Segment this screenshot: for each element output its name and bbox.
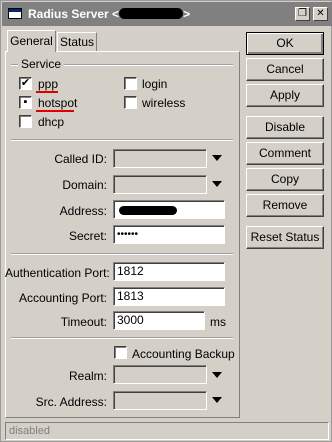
auth-port-label: Authentication Port:: [5, 266, 110, 280]
window-title: Radius Server < >: [28, 7, 190, 21]
called-id-label: Called ID:: [54, 152, 107, 166]
service-group-label: Service: [18, 57, 65, 71]
close-button[interactable]: ✕: [313, 7, 328, 21]
divider-1: [11, 139, 233, 141]
called-id-dropdown-icon[interactable]: [212, 155, 222, 161]
domain-field[interactable]: [113, 175, 207, 194]
title-prefix: Radius Server <: [28, 7, 120, 21]
title-bar[interactable]: Radius Server < > ❐ ✕: [2, 2, 332, 26]
hotspot-red-underline: [36, 110, 74, 112]
tab-general-label: General: [10, 34, 53, 48]
secret-label: Secret:: [68, 229, 107, 243]
realm-field[interactable]: [113, 365, 207, 384]
ok-button[interactable]: OK: [246, 32, 324, 55]
close-icon: ✕: [316, 8, 325, 19]
window-icon: [8, 8, 22, 19]
title-suffix: >: [183, 7, 191, 21]
comment-button[interactable]: Comment: [246, 142, 324, 165]
cancel-button[interactable]: Cancel: [246, 58, 324, 81]
tab-general[interactable]: General: [7, 30, 56, 52]
auth-port-field[interactable]: 1812: [113, 262, 225, 281]
hotspot-label: hotspot: [38, 96, 78, 110]
ppp-checkbox[interactable]: ✔: [19, 77, 32, 90]
called-id-field[interactable]: [113, 149, 207, 168]
address-field[interactable]: [113, 200, 225, 219]
copy-button[interactable]: Copy: [246, 168, 324, 191]
wireless-checkbox[interactable]: [124, 96, 137, 109]
indeterminate-icon: ▪: [23, 96, 28, 108]
redacted-server-name: [119, 8, 184, 19]
divider-2: [11, 253, 233, 255]
login-label: login: [142, 77, 168, 91]
ppp-red-underline: [36, 91, 58, 93]
domain-label: Domain:: [62, 178, 107, 192]
wireless-label: wireless: [142, 96, 186, 110]
src-address-dropdown-icon[interactable]: [212, 397, 222, 403]
ppp-label: ppp: [38, 77, 59, 91]
timeout-unit: ms: [210, 315, 226, 329]
status-bar: disabled: [5, 422, 329, 440]
restore-icon: ❐: [298, 8, 307, 19]
radius-server-window: Radius Server < > ❐ ✕ General Status Serv…: [0, 0, 332, 442]
dhcp-checkbox[interactable]: [19, 115, 32, 128]
apply-button[interactable]: Apply: [246, 84, 324, 107]
disable-button[interactable]: Disable: [246, 116, 324, 139]
domain-dropdown-icon[interactable]: [212, 181, 222, 187]
reset-status-button[interactable]: Reset Status: [246, 226, 324, 249]
tab-status[interactable]: Status: [57, 32, 97, 52]
login-checkbox[interactable]: [124, 77, 137, 90]
acct-port-field[interactable]: 1813: [113, 287, 225, 306]
redacted-address: [119, 206, 177, 215]
timeout-field[interactable]: 3000: [113, 311, 205, 330]
accounting-backup-label: Accounting Backup: [132, 347, 235, 361]
realm-label: Realm:: [68, 369, 107, 383]
tab-status-label: Status: [59, 35, 95, 49]
accounting-backup-checkbox[interactable]: [114, 346, 127, 359]
hotspot-checkbox[interactable]: ▪: [19, 96, 32, 109]
src-address-label: Src. Address:: [35, 395, 107, 409]
remove-button[interactable]: Remove: [246, 194, 324, 217]
divider-3: [11, 337, 233, 339]
acct-port-label: Accounting Port:: [18, 291, 107, 305]
src-address-field[interactable]: [113, 391, 207, 410]
restore-button[interactable]: ❐: [295, 7, 310, 21]
check-icon: ✔: [20, 77, 31, 89]
secret-field[interactable]: ••••••: [113, 225, 225, 244]
realm-dropdown-icon[interactable]: [212, 372, 222, 378]
timeout-label: Timeout:: [60, 315, 107, 329]
address-label: Address:: [59, 204, 107, 218]
dhcp-label: dhcp: [38, 115, 65, 129]
